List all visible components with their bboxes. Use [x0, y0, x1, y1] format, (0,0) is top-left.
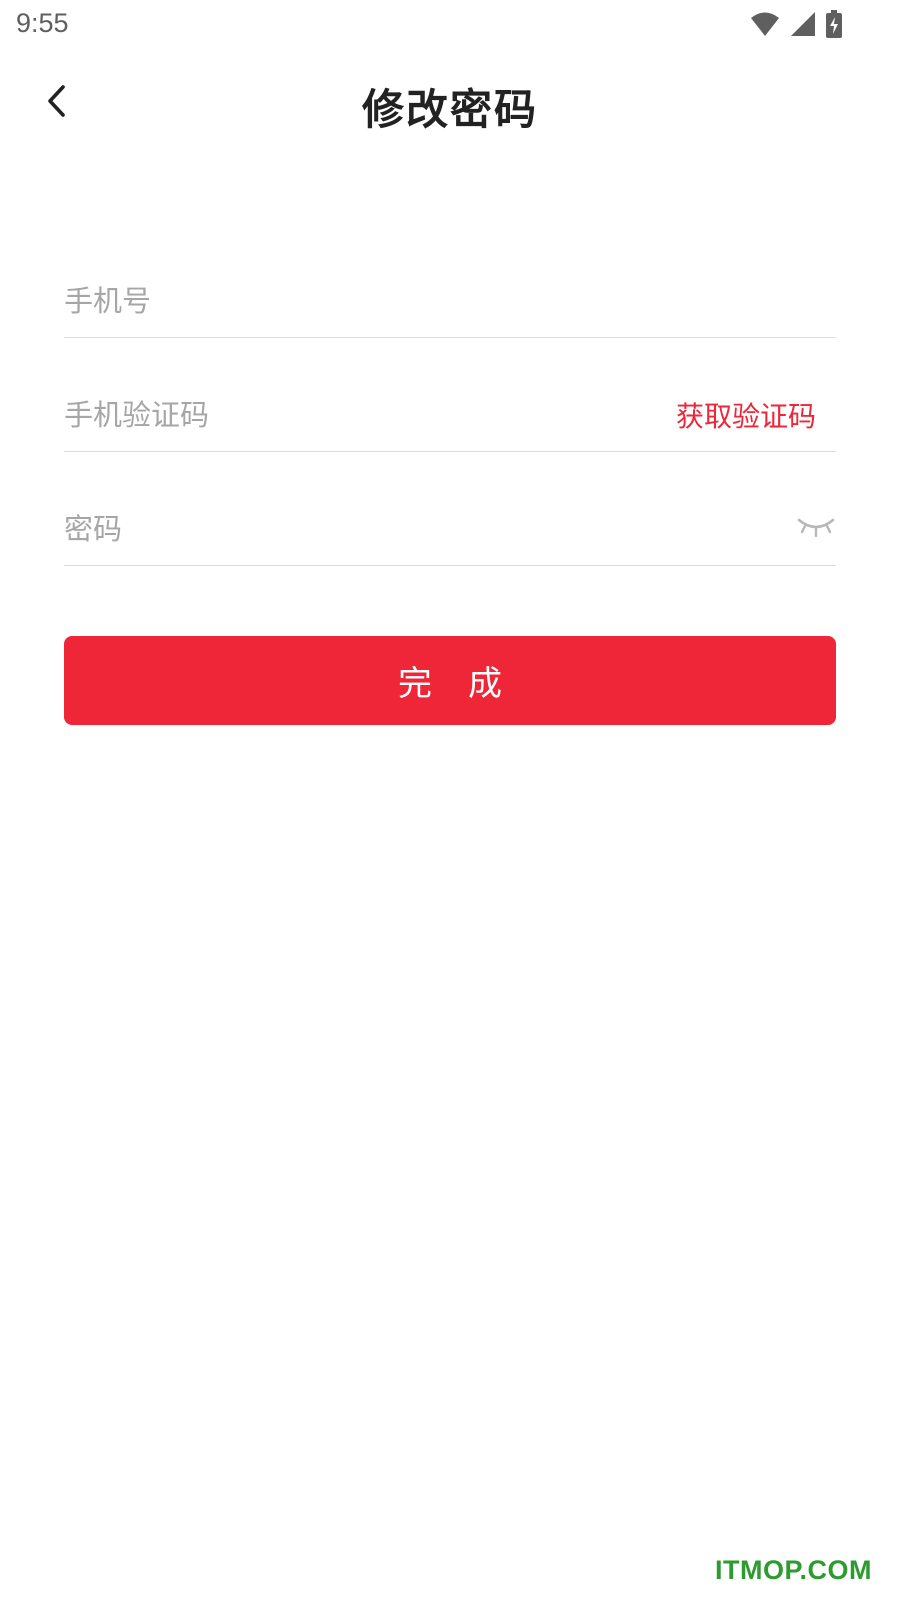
wifi-icon [750, 11, 780, 37]
submit-button[interactable]: 完成 [64, 636, 836, 725]
header: 修改密码 [0, 60, 900, 146]
change-password-form: 获取验证码 [64, 224, 836, 566]
phone-input[interactable] [64, 270, 836, 331]
status-bar: 9:55 [0, 0, 900, 50]
eye-closed-icon [797, 516, 835, 542]
status-time: 9:55 [16, 8, 69, 38]
phone-field-row [64, 224, 836, 338]
password-visibility-toggle[interactable] [796, 509, 836, 549]
code-field-row: 获取验证码 [64, 338, 836, 452]
get-code-button[interactable]: 获取验证码 [676, 395, 816, 435]
page-title: 修改密码 [361, 85, 538, 134]
signal-icon [790, 11, 816, 37]
battery-charging-icon [826, 10, 842, 38]
watermark-logo: ITMOP.COM [714, 1555, 872, 1585]
password-field-row [64, 452, 836, 566]
verification-code-input[interactable] [64, 384, 676, 445]
status-icons [750, 10, 842, 38]
password-input[interactable] [64, 498, 796, 559]
